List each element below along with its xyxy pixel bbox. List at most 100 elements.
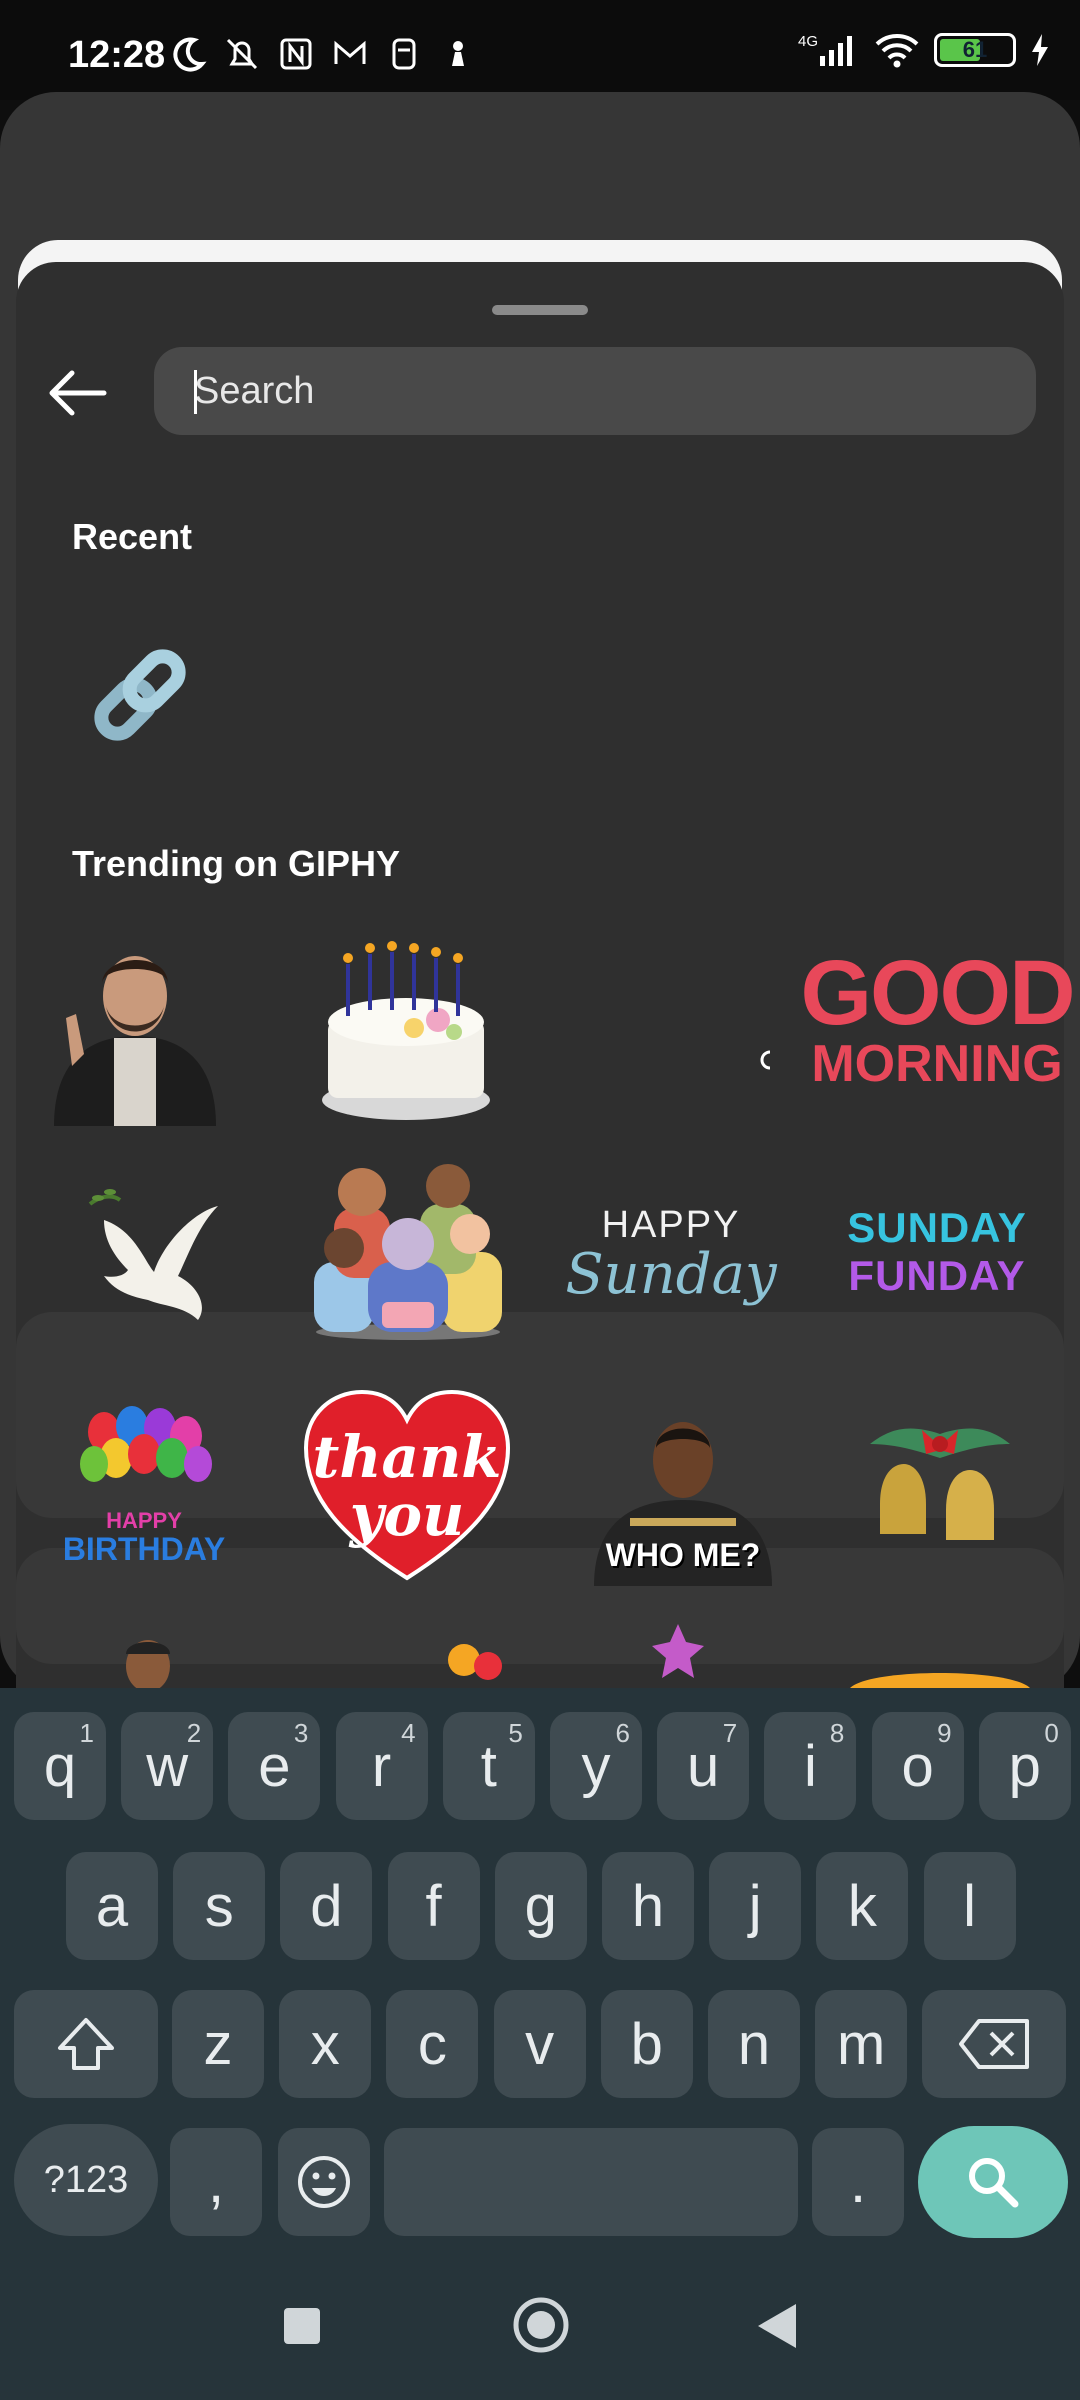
key-label: e xyxy=(258,1733,291,1799)
key-s[interactable]: s xyxy=(173,1852,266,1960)
cake-icon xyxy=(322,941,490,1120)
sunday-funday-text-1: SUNDAY xyxy=(847,1204,1027,1251)
key-label: o xyxy=(901,1733,934,1799)
thank-you-text-2: you xyxy=(349,1481,465,1549)
key-c[interactable]: c xyxy=(386,1990,479,2098)
sticker-birthday-cake[interactable] xyxy=(318,924,494,1124)
arrow-left-icon xyxy=(49,370,107,416)
sticker-happy-sunday[interactable]: HAPPY Sunday xyxy=(565,1200,776,1310)
sticker-loading[interactable] xyxy=(760,1050,780,1070)
home-circle-icon[interactable] xyxy=(512,2296,570,2354)
key-label: w xyxy=(146,1733,189,1799)
key-k[interactable]: k xyxy=(816,1852,909,1960)
navigation-bar xyxy=(0,2248,1080,2400)
moon-icon xyxy=(173,37,207,72)
sticker-happy-birthday-balloons[interactable]: HAPPY BIRTHDAY xyxy=(63,1400,225,1568)
happy-birthday-text-1: HAPPY xyxy=(106,1508,182,1533)
key-j[interactable]: j xyxy=(709,1852,802,1960)
sticker-partial-person[interactable] xyxy=(118,1632,178,1688)
link-chain-icon xyxy=(94,649,186,741)
key-p[interactable]: p0 xyxy=(978,1712,1071,1820)
sticker-who-me[interactable]: WHO ME? xyxy=(590,1398,776,1586)
backspace-key[interactable] xyxy=(922,1990,1066,2098)
key-t[interactable]: t5 xyxy=(442,1712,535,1820)
key-f[interactable]: f xyxy=(387,1852,480,1960)
drag-handle[interactable] xyxy=(492,305,588,315)
key-w[interactable]: w2 xyxy=(121,1712,214,1820)
key-v[interactable]: v xyxy=(493,1990,586,2098)
signal-4g-icon: 4G xyxy=(798,33,852,66)
balloon-icon xyxy=(652,1624,704,1678)
trending-section-title: Trending on GIPHY xyxy=(72,843,401,884)
key-label: r xyxy=(371,1733,392,1799)
symbols-key[interactable]: ?123 xyxy=(14,2124,158,2236)
key-d[interactable]: d xyxy=(280,1852,373,1960)
key-label: i xyxy=(803,1733,817,1799)
key-label: p xyxy=(1008,1733,1041,1799)
sticker-partial-text[interactable] xyxy=(840,1670,1030,1688)
space-key[interactable] xyxy=(384,2128,798,2236)
key-r[interactable]: r4 xyxy=(335,1712,428,1820)
who-me-text: WHO ME? xyxy=(605,1537,761,1573)
thank-you-text-1: thank xyxy=(312,1423,502,1491)
key-b[interactable]: b xyxy=(600,1990,693,2098)
nfc-icon xyxy=(280,38,312,70)
sticker-good-morning[interactable]: GOOD MORNING xyxy=(800,938,1075,1104)
chess-pawn-icon xyxy=(452,41,464,66)
shift-key[interactable] xyxy=(14,1990,158,2098)
comma-key[interactable]: , xyxy=(170,2128,262,2236)
sticker-sunday-funday[interactable]: SUNDAY FUNDAY xyxy=(842,1200,1032,1304)
key-hint: 6 xyxy=(615,1718,630,1748)
key-hint: 0 xyxy=(1044,1718,1059,1748)
emoji-key[interactable] xyxy=(278,2128,370,2236)
key-x[interactable]: x xyxy=(279,1990,372,2098)
key-a[interactable]: a xyxy=(66,1852,158,1960)
sunday-funday-text-2: FUNDAY xyxy=(848,1252,1026,1299)
key-u[interactable]: u7 xyxy=(657,1712,750,1820)
back-triangle-icon[interactable] xyxy=(756,2302,800,2350)
key-q[interactable]: q1 xyxy=(14,1712,106,1820)
balloons-icon xyxy=(80,1406,212,1482)
sticker-christmas-bells[interactable] xyxy=(860,1404,1020,1564)
shift-arrow-icon xyxy=(58,2018,114,2070)
good-morning-text-1: GOOD xyxy=(800,942,1075,1044)
key-n[interactable]: n xyxy=(708,1990,800,2098)
key-i[interactable]: i8 xyxy=(764,1712,857,1820)
period-key[interactable]: . xyxy=(812,2128,904,2236)
sticker-link[interactable] xyxy=(80,630,200,760)
sparkle-icon xyxy=(850,1673,1030,1688)
key-hint: 3 xyxy=(293,1718,309,1748)
sticker-dove[interactable] xyxy=(84,1180,224,1330)
search-bar[interactable] xyxy=(154,347,1036,435)
group-people-icon xyxy=(314,1164,502,1340)
charging-icon xyxy=(1032,34,1048,66)
back-button[interactable] xyxy=(42,358,112,428)
key-label: q xyxy=(43,1733,77,1799)
person-icon xyxy=(126,1640,170,1688)
key-g[interactable]: g xyxy=(494,1852,587,1960)
sticker-partial-balloons[interactable] xyxy=(444,1640,510,1688)
status-time: 12:28 xyxy=(68,34,166,76)
sticker-friends-birthday[interactable] xyxy=(310,1152,506,1344)
sticker-partial-pink[interactable] xyxy=(648,1620,708,1688)
key-h[interactable]: h xyxy=(602,1852,694,1960)
good-morning-text-2: MORNING xyxy=(811,1035,1063,1093)
sticker-thank-you-heart[interactable]: thank you xyxy=(304,1388,510,1584)
bell-icon xyxy=(870,1428,1010,1540)
search-action-key[interactable] xyxy=(918,2126,1068,2238)
key-l[interactable]: l xyxy=(923,1852,1016,1960)
key-label: t xyxy=(480,1733,497,1799)
key-z[interactable]: z xyxy=(172,1990,264,2098)
key-o[interactable]: o9 xyxy=(871,1712,964,1820)
search-icon xyxy=(969,2158,1019,2208)
search-input[interactable] xyxy=(194,347,994,435)
loading-spinner-icon xyxy=(760,1050,771,1070)
sticker-man-peace-sign[interactable] xyxy=(44,926,226,1126)
network-type: 4G xyxy=(798,33,818,50)
key-e[interactable]: e3 xyxy=(228,1712,321,1820)
recents-square-icon[interactable] xyxy=(282,2306,322,2346)
key-y[interactable]: y6 xyxy=(550,1712,642,1820)
key-m[interactable]: m xyxy=(815,1990,908,2098)
key-label: u xyxy=(687,1733,720,1799)
status-bar: 12:28 4G 61 xyxy=(0,0,1080,100)
